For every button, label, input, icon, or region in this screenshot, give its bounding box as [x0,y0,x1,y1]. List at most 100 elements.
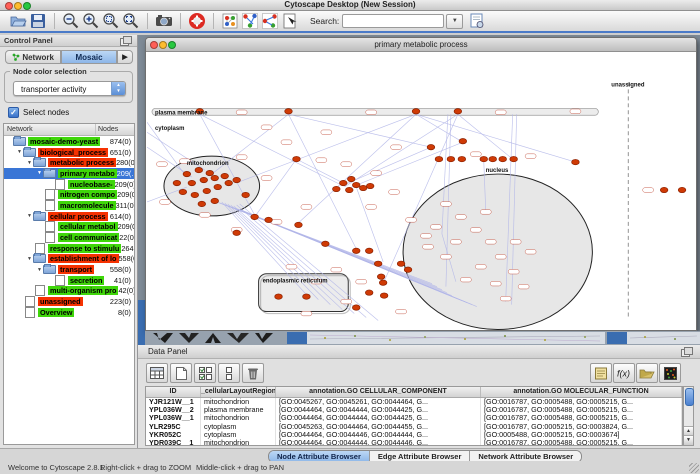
tree-col-nodes[interactable]: Nodes [96,124,134,135]
network-node[interactable] [198,201,206,206]
tree-row-primary-metabo[interactable]: ▼primary metabo209(... [4,168,134,179]
scrollbar-thumb[interactable] [685,388,694,406]
network-node[interactable] [293,156,301,161]
tree-row-mosaic-demo-yeast[interactable]: mosaic-demo-yeast874(0) [4,136,134,147]
network-node[interactable] [203,188,211,193]
table-row[interactable]: YJR121W__1mitochondrion[GO:0045267, GO:0… [146,398,682,406]
network-node[interactable] [333,186,341,191]
tab-mosaic[interactable]: Mosaic [61,50,117,64]
network-node[interactable] [447,156,455,161]
network-node[interactable] [365,290,373,295]
network-node[interactable] [510,156,518,161]
attribute-matrix-icon[interactable] [659,363,681,383]
network-node[interactable] [365,248,373,253]
network-node[interactable] [359,185,367,190]
tab-network[interactable]: Network [5,50,61,64]
table-row[interactable]: YDR039C__1mitochondrion[GO:0044464, GO:0… [146,439,682,446]
network-node[interactable] [188,180,196,185]
table-scrollbar[interactable]: ▲ ▼ [683,386,694,446]
tree-row-nucleobase-[interactable]: nucleobase-209(0) [4,179,134,190]
network-node[interactable] [660,187,668,192]
network-node[interactable] [251,214,259,219]
network-node[interactable] [459,138,467,143]
tree-row-biological-process[interactable]: ▼biological_process651(0) [4,147,134,158]
network-node[interactable] [225,180,233,185]
table-row[interactable]: YKR052Ccytoplasm[GO:0044464, GO:0044446,… [146,431,682,439]
network-node[interactable] [211,175,219,180]
tree-row-cellular-metabol[interactable]: cellular metabol209(0) [4,222,134,233]
network-node[interactable] [275,294,283,299]
tree-col-network[interactable]: Network [4,124,96,135]
expand-triangle-icon[interactable]: ▼ [26,256,33,262]
zoom-fit-icon[interactable] [121,12,141,30]
tree-row-multi-organism-pro[interactable]: multi-organism pro42(0) [4,286,134,297]
expand-triangle-icon[interactable]: ▼ [16,149,23,155]
col-go-cellular-component[interactable]: annotation.GO CELLULAR_COMPONENT [276,387,481,397]
tree-row-response-to-stimulu[interactable]: response to stimulu264(0) [4,243,134,254]
node-color-dropdown[interactable]: transporter activity ▲▼ [13,81,126,96]
network-node[interactable] [200,177,208,182]
attribute-table-icon[interactable] [146,363,168,383]
col-id[interactable]: ID [146,387,201,397]
network-node[interactable] [480,156,488,161]
network-node[interactable] [374,261,382,266]
network-node[interactable] [233,177,241,182]
open-folder-icon[interactable] [8,12,28,30]
help-lifesaver-icon[interactable] [187,12,207,30]
network-node[interactable] [303,294,311,299]
network-node[interactable] [191,192,199,197]
import-attributes-icon[interactable] [636,363,658,383]
network-node[interactable] [377,274,385,279]
apply-layout-alt-icon[interactable] [260,12,280,30]
select-nodes-checkbox[interactable]: ✓ [8,107,19,118]
apply-layout-icon[interactable] [240,12,260,30]
zoom-in-icon[interactable] [81,12,101,30]
tree-row-metabolic-process[interactable]: ▼metabolic process280(0) [4,157,134,168]
network-node[interactable] [233,230,241,235]
unselect-attributes-icon[interactable] [218,363,240,383]
tree-row-cellular-process[interactable]: ▼cellular process614(0) [4,211,134,222]
table-row[interactable]: YLR295Ccytoplasm[GO:0045263, GO:0044464,… [146,423,682,431]
expand-triangle-icon[interactable]: ▼ [36,170,43,176]
network-node[interactable] [347,176,355,181]
col-cellular-layout-region[interactable]: _cellularLayoutRegion [201,387,276,397]
search-options-icon[interactable] [467,12,487,30]
network-node[interactable] [214,184,222,189]
network-node[interactable] [366,183,374,188]
network-node[interactable] [454,109,462,114]
network-node[interactable] [352,305,360,310]
col-go-molecular-function[interactable]: annotation.GO MOLECULAR_FUNCTION [481,387,682,397]
network-node[interactable] [572,159,580,164]
network-node[interactable] [195,167,203,172]
search-input[interactable] [342,14,444,28]
vizmapper-icon[interactable] [220,12,240,30]
network-node[interactable] [380,293,388,298]
expand-triangle-icon[interactable]: ▼ [36,267,43,273]
network-node[interactable] [242,192,250,197]
network-node[interactable] [427,144,435,149]
expand-triangle-icon[interactable]: ▼ [26,160,33,166]
float-panel-icon[interactable] [120,38,129,46]
network-node[interactable] [173,180,181,185]
network-node[interactable] [489,156,497,161]
snapshot-camera-icon[interactable] [154,12,174,30]
tree-row-macromolecule[interactable]: macromolecule311(0) [4,200,134,211]
network-node[interactable] [345,187,353,192]
network-node[interactable] [295,222,303,227]
notes-icon[interactable] [590,363,612,383]
network-node[interactable] [211,198,219,203]
network-window-titlebar[interactable]: primary metabolic process [146,38,696,52]
attribute-table[interactable]: ID _cellularLayoutRegion annotation.GO C… [145,386,683,446]
search-dropdown-button[interactable]: ▼ [446,14,463,29]
resize-grip[interactable] [689,463,699,473]
network-node[interactable] [206,170,214,175]
tree-row-transport[interactable]: ▼transport558(0) [4,264,134,275]
network-node[interactable] [179,189,187,194]
network-node[interactable] [678,187,686,192]
tree-row-secretion[interactable]: secretion41(0) [4,275,134,286]
network-node[interactable] [397,261,405,266]
select-attributes-icon[interactable] [194,363,216,383]
tree-row-unassigned[interactable]: unassigned223(0) [4,296,134,307]
zoom-out-icon[interactable] [61,12,81,30]
network-node[interactable] [322,241,330,246]
